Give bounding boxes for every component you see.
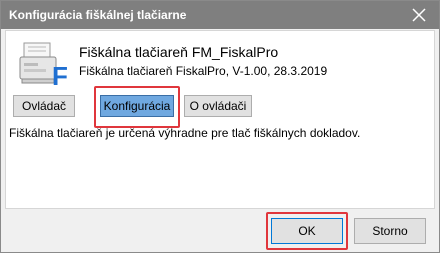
tab-o-ovladaci[interactable]: O ovládači xyxy=(184,95,252,117)
description-text: Fiškálna tlačiareň je určená výhradne pr… xyxy=(9,126,361,140)
title-bar: Konfigurácia fiškálnej tlačiarne xyxy=(1,1,439,29)
app-name: Fiškálna tlačiareň FM_FiskalPro xyxy=(79,44,279,60)
app-icon-letter: F xyxy=(52,61,68,87)
highlight-frame-ok xyxy=(266,212,348,250)
fiscal-printer-icon: F xyxy=(19,42,68,87)
close-button[interactable] xyxy=(399,1,439,29)
close-icon xyxy=(412,8,426,22)
tab-ovladac[interactable]: Ovládač xyxy=(13,95,75,117)
highlight-frame-tab xyxy=(94,86,180,128)
dialog-window: Konfigurácia fiškálnej tlačiarne F Fišká… xyxy=(0,0,440,253)
window-title: Konfigurácia fiškálnej tlačiarne xyxy=(9,8,187,22)
storno-button[interactable]: Storno xyxy=(354,218,426,244)
app-version: Fiškálna tlačiareň FiskalPro, V-1.00, 28… xyxy=(79,64,328,78)
dialog-content: F Fiškálna tlačiareň FM_FiskalPro Fiškál… xyxy=(5,30,435,209)
